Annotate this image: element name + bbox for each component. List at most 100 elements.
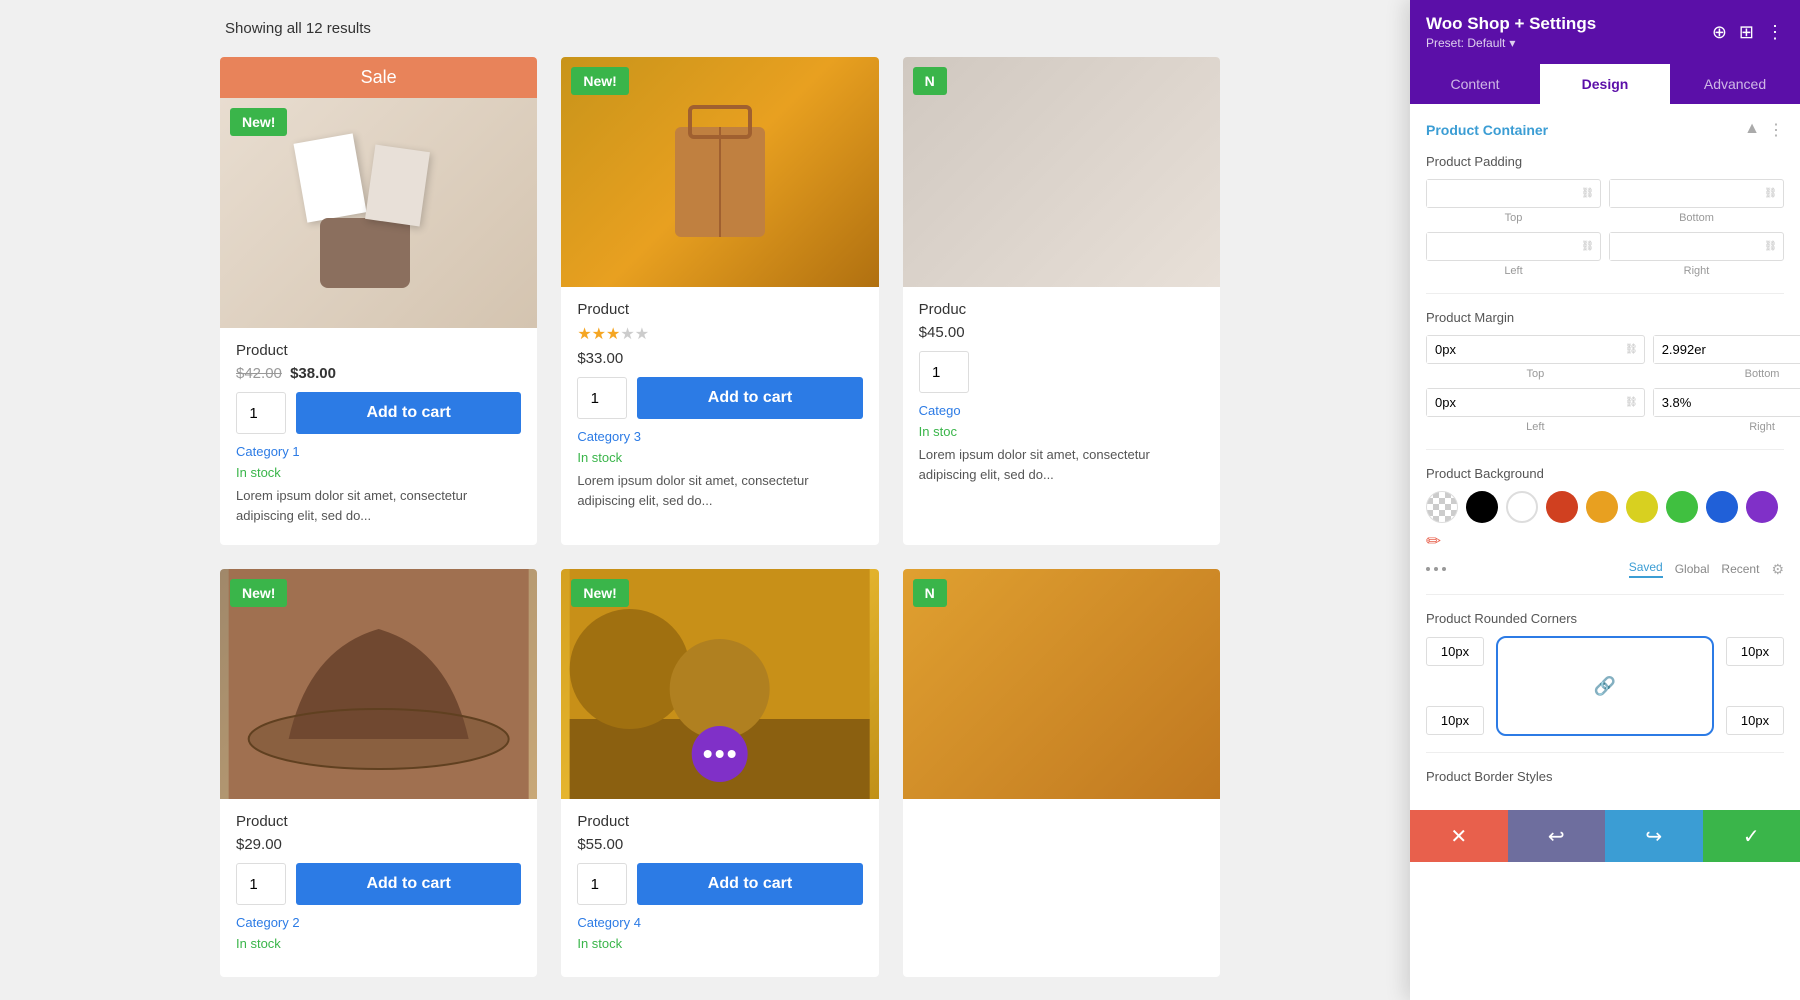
new-badge-5: New! (571, 579, 628, 607)
panel-header-icons: ⊕ ⊞ ⋮ (1712, 22, 1784, 43)
color-swatch-white[interactable] (1506, 491, 1538, 523)
add-to-cart-button-5[interactable]: Add to cart (637, 863, 862, 905)
margin-bottom-input-row: ⛓ (1653, 335, 1800, 364)
margin-top-input[interactable] (1427, 336, 1619, 363)
link-icon-right[interactable]: ⛓ (1758, 241, 1783, 252)
padding-top-input[interactable] (1427, 180, 1575, 207)
product-price-1: $42.00 $38.00 (236, 365, 521, 382)
more-section-icon[interactable]: ⋮ (1768, 120, 1784, 140)
product-price-2: $33.00 (577, 350, 862, 367)
corner-bottom-right-input[interactable] (1726, 706, 1784, 735)
product-card-6: N (903, 569, 1220, 977)
color-swatch-red[interactable] (1546, 491, 1578, 523)
product-price-4: $29.00 (236, 836, 521, 853)
partial-image (903, 57, 1220, 287)
corner-bottom-left-input[interactable] (1426, 706, 1484, 735)
more-colors-button[interactable] (1426, 567, 1446, 571)
cancel-button[interactable]: ✕ (1410, 810, 1508, 862)
section-actions: ▲ ⋮ (1744, 120, 1784, 140)
color-swatch-purple[interactable] (1746, 491, 1778, 523)
color-tab-recent[interactable]: Recent (1721, 562, 1759, 576)
bag-svg (660, 97, 780, 247)
corners-center-box: 🔗 (1496, 636, 1714, 736)
link-icon-margin-left[interactable]: ⛓ (1619, 397, 1644, 408)
padding-left-input[interactable] (1427, 233, 1575, 260)
link-icon-bottom[interactable]: ⛓ (1758, 188, 1783, 199)
tab-advanced[interactable]: Advanced (1670, 64, 1800, 104)
product-category-1[interactable]: Category 1 (220, 434, 537, 463)
add-to-cart-button-4[interactable]: Add to cart (296, 863, 521, 905)
price-original-1: $42.00 (236, 365, 282, 382)
product-category-5[interactable]: Category 4 (561, 905, 878, 934)
product-image-2: New! (561, 57, 878, 287)
new-badge-2: New! (571, 67, 628, 95)
padding-left-label: Left (1504, 265, 1522, 277)
margin-left-input[interactable] (1427, 389, 1619, 416)
margin-right-input[interactable] (1654, 389, 1800, 416)
color-tab-global[interactable]: Global (1675, 562, 1710, 576)
product-image-6: N (903, 569, 1220, 799)
corner-top-left-input[interactable] (1426, 637, 1484, 666)
product-stars-2: ★★★★★ (577, 324, 862, 344)
quantity-input-5[interactable] (577, 863, 627, 905)
target-icon[interactable]: ⊕ (1712, 22, 1727, 43)
product-title-3: Produc (919, 301, 1204, 318)
product-info-2: Product ★★★★★ $33.00 (561, 287, 878, 367)
padding-bottom-input[interactable] (1610, 180, 1758, 207)
color-swatch-orange[interactable] (1586, 491, 1618, 523)
product-category-3[interactable]: Catego (903, 393, 1220, 422)
padding-left-input-row: ⛓ (1426, 232, 1601, 261)
margin-bottom-input[interactable] (1654, 336, 1800, 363)
margin-top-label: Top (1526, 368, 1544, 380)
separator-4 (1426, 752, 1784, 753)
link-icon-left[interactable]: ⛓ (1575, 241, 1600, 252)
product-category-2[interactable]: Category 3 (561, 419, 878, 448)
quantity-input-4[interactable] (236, 863, 286, 905)
panel-title: Woo Shop + Settings (1426, 14, 1596, 34)
product-stock-2: In stock (561, 448, 878, 471)
corner-top-right-input[interactable] (1726, 637, 1784, 666)
color-swatch-yellow[interactable] (1626, 491, 1658, 523)
save-button[interactable]: ✓ (1703, 810, 1800, 862)
background-label: Product Background (1426, 466, 1784, 481)
tab-design[interactable]: Design (1540, 64, 1670, 104)
padding-left-field: ⛓ Left (1426, 232, 1601, 277)
layout-icon[interactable]: ⊞ (1739, 22, 1754, 43)
product-image-1: New! (220, 98, 537, 328)
padding-bottom-field: ⛓ Bottom (1609, 179, 1784, 224)
product-stock-5: In stock (561, 934, 878, 957)
margin-left-label: Left (1526, 421, 1544, 433)
color-swatch-black[interactable] (1466, 491, 1498, 523)
link-icon-top[interactable]: ⛓ (1575, 188, 1600, 199)
collapse-icon[interactable]: ▲ (1744, 120, 1760, 140)
add-to-cart-button-1[interactable]: Add to cart (296, 392, 521, 434)
add-to-cart-button-2[interactable]: Add to cart (637, 377, 862, 419)
color-settings-icon[interactable]: ⚙ (1771, 561, 1784, 578)
color-swatch-blue[interactable] (1706, 491, 1738, 523)
products-grid: Sale New! Product $42.00 $38.00 (220, 57, 1220, 977)
results-text: Showing all 12 results (225, 20, 371, 37)
product-price-3: $45.00 (919, 324, 1204, 341)
color-tabs-row: Saved Global Recent ⚙ (1426, 560, 1784, 578)
settings-panel: Woo Shop + Settings Preset: Default ▾ ⊕ … (1410, 0, 1800, 1000)
product-info-4: Product $29.00 (220, 799, 537, 853)
color-swatch-green[interactable] (1666, 491, 1698, 523)
color-tab-saved[interactable]: Saved (1629, 560, 1663, 578)
quantity-input-2[interactable] (577, 377, 627, 419)
color-pen-icon[interactable]: ✏ (1426, 531, 1441, 552)
padding-right-input[interactable] (1610, 233, 1758, 260)
link-corners-icon[interactable]: 🔗 (1594, 676, 1616, 697)
panel-body: Product Container ▲ ⋮ Product Padding ⛓ … (1410, 104, 1800, 810)
quantity-input-3[interactable] (919, 351, 969, 393)
color-swatch-checker[interactable] (1426, 491, 1458, 523)
padding-right-field: ⛓ Right (1609, 232, 1784, 277)
tab-content[interactable]: Content (1410, 64, 1540, 104)
quantity-input-1[interactable] (236, 392, 286, 434)
product-desc-3: Lorem ipsum dolor sit amet, consectetur … (903, 445, 1220, 484)
product-category-4[interactable]: Category 2 (220, 905, 537, 934)
undo-button[interactable]: ↩ (1508, 810, 1606, 862)
more-options-icon[interactable]: ⋮ (1766, 22, 1784, 43)
link-icon-margin-top[interactable]: ⛓ (1619, 344, 1644, 355)
redo-button[interactable]: ↪ (1605, 810, 1703, 862)
product-container-header: Product Container ▲ ⋮ (1426, 120, 1784, 140)
